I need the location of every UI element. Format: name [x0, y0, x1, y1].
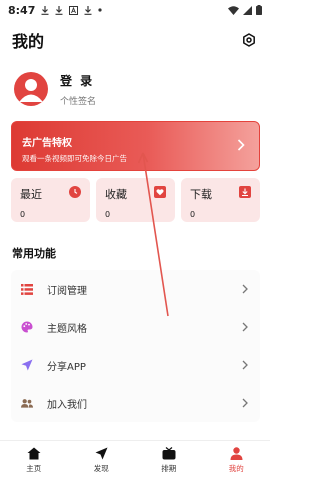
menu-item-subscriptions[interactable]: 订阅管理 — [11, 270, 260, 308]
list-icon — [21, 283, 33, 295]
nav-label: 我的 — [228, 464, 244, 473]
download-icon — [55, 5, 63, 15]
bottom-nav: 主页 发现 排期 我的 — [0, 440, 270, 480]
palette-icon — [21, 321, 33, 333]
tv-icon — [162, 447, 176, 460]
navigation-icon — [95, 447, 108, 460]
user-icon — [230, 447, 243, 460]
chevron-right-icon — [242, 284, 248, 294]
ad-title: 去广告特权 — [22, 138, 72, 149]
ad-subtitle: 观看一条视频即可免除今日广告 — [22, 154, 127, 163]
menu-item-label: 主题风格 — [47, 323, 87, 335]
common-functions-title: 常用功能 — [12, 247, 56, 260]
menu-item-theme[interactable]: 主题风格 — [11, 308, 260, 346]
stats-row: 最近 0 收藏 0 下载 0 — [11, 178, 260, 222]
chevron-right-icon — [242, 322, 248, 332]
settings-icon[interactable] — [242, 33, 256, 47]
menu-item-label: 加入我们 — [47, 399, 87, 411]
nav-discover[interactable]: 发现 — [68, 441, 136, 480]
remove-ads-banner[interactable]: 去广告特权 观看一条视频即可免除今日广告 — [11, 121, 260, 171]
profile-section[interactable]: 登 录 个性签名 — [14, 70, 256, 108]
chevron-right-icon — [242, 398, 248, 408]
settings-button[interactable] — [240, 31, 258, 49]
profile-signature: 个性签名 — [60, 96, 97, 107]
heart-icon — [154, 186, 166, 198]
nav-home[interactable]: 主页 — [0, 441, 68, 480]
user-avatar-icon — [19, 79, 43, 102]
signal-icon — [243, 5, 252, 15]
stat-value: 0 — [105, 210, 111, 219]
menu-item-label: 分享APP — [47, 361, 86, 373]
nav-mine[interactable]: 我的 — [203, 441, 271, 480]
download-icon — [41, 5, 49, 15]
nav-label: 发现 — [93, 464, 109, 473]
stat-recent[interactable]: 最近 0 — [11, 178, 90, 222]
menu-item-label: 订阅管理 — [47, 285, 87, 297]
menu-item-share-app[interactable]: 分享APP — [11, 346, 260, 384]
dot-icon — [98, 8, 102, 12]
home-icon — [27, 447, 41, 460]
send-icon — [21, 359, 33, 371]
stat-favorites[interactable]: 收藏 0 — [96, 178, 175, 222]
chevron-right-icon — [237, 139, 245, 151]
function-menu: 订阅管理 主题风格 分享APP 加入我们 — [11, 270, 260, 422]
profile-text: 登 录 个性签名 — [60, 72, 96, 107]
nav-label: 排期 — [161, 464, 177, 473]
avatar[interactable] — [14, 72, 48, 106]
menu-item-join-us[interactable]: 加入我们 — [11, 384, 260, 422]
page-header: 我的 — [12, 28, 258, 52]
stat-downloads[interactable]: 下载 0 — [181, 178, 260, 222]
stat-value: 0 — [20, 210, 26, 219]
page-title: 我的 — [12, 32, 45, 51]
download-icon — [239, 186, 251, 198]
stat-value: 0 — [190, 210, 196, 219]
people-icon — [21, 397, 33, 409]
chevron-right-icon — [242, 360, 248, 370]
nav-schedule[interactable]: 排期 — [135, 441, 203, 480]
battery-icon — [256, 5, 262, 15]
status-time: 8:47 — [8, 3, 36, 17]
clock-icon — [69, 186, 81, 198]
text-icon — [69, 5, 79, 15]
wifi-icon — [228, 5, 239, 15]
download-icon — [84, 5, 92, 15]
nav-label: 主页 — [26, 464, 42, 473]
status-bar: 8:47 — [0, 0, 270, 20]
login-link[interactable]: 登 录 — [60, 72, 96, 89]
